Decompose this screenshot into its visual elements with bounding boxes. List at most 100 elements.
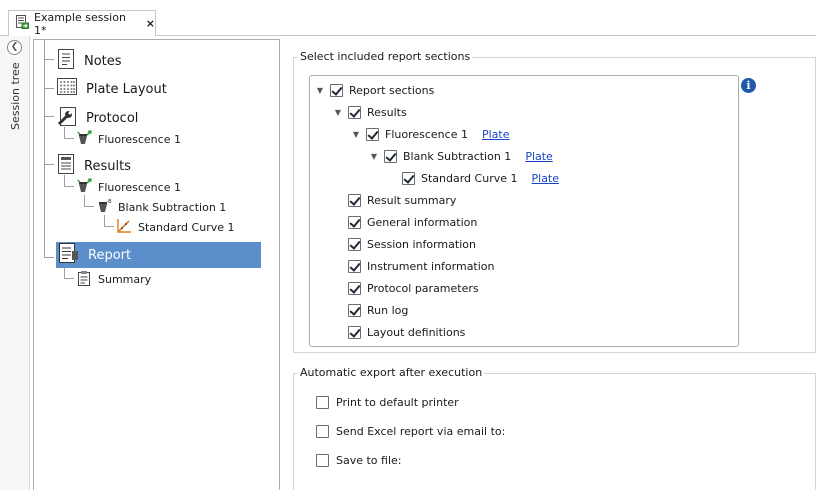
auto-export-group: Automatic export after execution Print t…: [293, 366, 816, 490]
section-row-protocol-parameters[interactable]: Protocol parameters: [348, 282, 479, 295]
collapse-chevron-icon[interactable]: ❮: [7, 40, 22, 55]
section-row-results[interactable]: ▼ Results: [334, 106, 407, 119]
tree-item-label: Protocol: [86, 110, 139, 126]
expand-arrow-icon[interactable]: ▼: [334, 108, 342, 117]
report-settings-panel: Select included report sections ▼ Report…: [283, 36, 816, 490]
results-document-icon: [56, 153, 76, 179]
section-label: Layout definitions: [367, 326, 466, 339]
fluorescence-checkbox[interactable]: [366, 128, 379, 141]
tree-item-protocol[interactable]: Protocol: [56, 105, 138, 131]
tree-connector: [44, 59, 54, 60]
section-row-result-summary[interactable]: Result summary: [348, 194, 456, 207]
section-row-fluorescence[interactable]: ▼ Fluorescence 1 Plate: [352, 128, 509, 141]
session-tree-strip: ❮ Session tree: [0, 36, 30, 490]
notes-icon: [56, 48, 76, 74]
summary-clipboard-icon: [76, 270, 92, 289]
tab-title: Example session 1*: [34, 10, 126, 37]
tree-item-blank-subtraction[interactable]: -B Blank Subtraction 1: [96, 198, 226, 217]
tree-connector: [84, 206, 94, 207]
print-default-printer-option[interactable]: Print to default printer: [316, 396, 459, 409]
section-row-report-sections[interactable]: ▼ Report sections: [316, 84, 434, 97]
tree-connector: [44, 164, 54, 165]
section-label: Protocol parameters: [367, 282, 479, 295]
tree-item-label: Results: [84, 158, 131, 174]
tree-item-label: Fluorescence 1: [98, 133, 181, 146]
fluorescence-plate-link[interactable]: Plate: [482, 128, 510, 141]
tree-item-label: Notes: [84, 53, 122, 69]
standard-curve-plate-link[interactable]: Plate: [532, 172, 560, 185]
tab-example-session[interactable]: Example session 1* ×: [8, 10, 156, 37]
tree-connector: [64, 278, 74, 279]
email-checkbox[interactable]: [316, 425, 329, 438]
tree-item-report[interactable]: Report: [56, 242, 261, 268]
section-row-run-log[interactable]: Run log: [348, 304, 408, 317]
blank-subtraction-icon: -B: [96, 198, 112, 217]
section-checkbox[interactable]: [348, 304, 361, 317]
session-document-icon: [15, 15, 29, 32]
tree-connector: [44, 40, 45, 258]
report-sections-checkbox[interactable]: [330, 84, 343, 97]
section-label: Standard Curve 1: [421, 172, 518, 185]
section-checkbox[interactable]: [348, 216, 361, 229]
section-row-instrument-information[interactable]: Instrument information: [348, 260, 495, 273]
section-label: Run log: [367, 304, 409, 317]
section-row-standard-curve[interactable]: Standard Curve 1 Plate: [402, 172, 559, 185]
expand-arrow-icon[interactable]: ▼: [370, 152, 378, 161]
tree-item-results[interactable]: Results: [56, 153, 131, 179]
tree-item-summary[interactable]: Summary: [76, 270, 151, 289]
section-checkbox[interactable]: [348, 194, 361, 207]
report-sections-group: Select included report sections ▼ Report…: [293, 50, 816, 353]
tree-item-notes[interactable]: Notes: [56, 48, 122, 74]
session-tree-label: Session tree: [9, 62, 22, 130]
standard-curve-checkbox[interactable]: [402, 172, 415, 185]
section-row-layout-definitions[interactable]: Layout definitions: [348, 326, 465, 339]
section-checkbox[interactable]: [348, 282, 361, 295]
section-checkbox[interactable]: [348, 260, 361, 273]
expand-arrow-icon[interactable]: ▼: [352, 130, 360, 139]
tree-item-label: Fluorescence 1: [98, 181, 181, 194]
email-excel-report-option[interactable]: Send Excel report via email to:: [316, 425, 505, 438]
option-label: Save to file:: [336, 454, 402, 467]
option-label: Send Excel report via email to:: [336, 425, 506, 438]
tree-connector: [64, 138, 74, 139]
print-checkbox[interactable]: [316, 396, 329, 409]
session-tree-panel: Notes Plate Layout Protocol Fluorescence…: [33, 39, 280, 490]
tree-item-label: Standard Curve 1: [138, 221, 235, 234]
section-row-blank-subtraction[interactable]: ▼ Blank Subtraction 1 Plate: [370, 150, 553, 163]
info-icon[interactable]: i: [741, 78, 756, 93]
tree-item-plate-layout[interactable]: Plate Layout: [56, 77, 167, 101]
fluorescence-icon: [76, 178, 92, 197]
tree-connector: [44, 257, 54, 258]
section-checkbox[interactable]: [348, 326, 361, 339]
section-label: Result summary: [367, 194, 457, 207]
tree-connector: [104, 226, 114, 227]
blank-subtraction-plate-link[interactable]: Plate: [525, 150, 553, 163]
expand-arrow-icon[interactable]: ▼: [316, 86, 324, 95]
report-icon: [58, 242, 80, 268]
results-checkbox[interactable]: [348, 106, 361, 119]
tree-connector: [44, 88, 54, 89]
tree-item-label: Summary: [98, 273, 152, 286]
tree-item-label: Plate Layout: [86, 81, 167, 97]
save-to-file-option[interactable]: Save to file:: [316, 454, 402, 467]
section-checkbox[interactable]: [348, 238, 361, 251]
tree-item-protocol-fluorescence[interactable]: Fluorescence 1: [76, 130, 181, 149]
tree-connector: [44, 116, 54, 117]
save-file-checkbox[interactable]: [316, 454, 329, 467]
fluorescence-icon: [76, 130, 92, 149]
section-label: Blank Subtraction 1: [403, 150, 512, 163]
section-label: Instrument information: [367, 260, 495, 273]
section-label: Session information: [367, 238, 476, 251]
tree-connector: [64, 268, 65, 278]
tab-close-icon[interactable]: ×: [146, 17, 155, 30]
tree-item-results-fluorescence[interactable]: Fluorescence 1: [76, 178, 181, 197]
option-label: Print to default printer: [336, 396, 459, 409]
blank-subtraction-checkbox[interactable]: [384, 150, 397, 163]
section-row-general-information[interactable]: General information: [348, 216, 477, 229]
section-label: General information: [367, 216, 478, 229]
section-row-session-information[interactable]: Session information: [348, 238, 476, 251]
tree-item-label: Blank Subtraction 1: [118, 201, 227, 214]
tree-item-standard-curve[interactable]: Standard Curve 1: [116, 218, 235, 237]
report-sections-tree: ▼ Report sections ▼ Results ▼ Fluorescen…: [309, 75, 739, 347]
section-label: Fluorescence 1: [385, 128, 468, 141]
